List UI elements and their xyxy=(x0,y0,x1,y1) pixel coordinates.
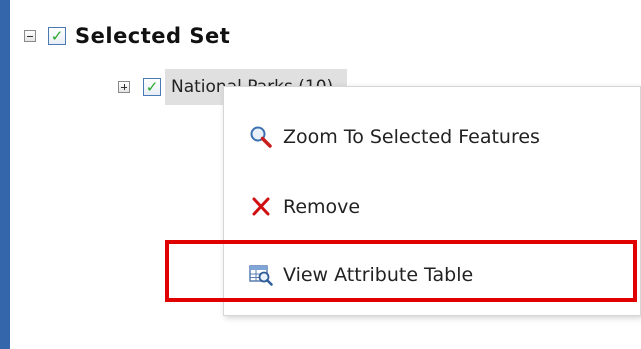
selected-set-checkbox[interactable]: ✓ xyxy=(48,27,66,45)
expand-icon[interactable] xyxy=(118,81,130,93)
highlight-annotation-box xyxy=(165,240,637,302)
national-parks-checkbox[interactable]: ✓ xyxy=(143,78,161,96)
magnifier-icon xyxy=(249,125,273,149)
menu-item-label: Zoom To Selected Features xyxy=(283,126,540,148)
menu-item-remove[interactable]: Remove xyxy=(224,182,640,232)
selected-set-label[interactable]: Selected Set xyxy=(75,24,230,48)
x-icon xyxy=(249,195,273,219)
menu-item-zoom-to-selected[interactable]: Zoom To Selected Features xyxy=(224,112,640,162)
collapse-icon[interactable] xyxy=(24,30,36,42)
tree-node-selected-set[interactable]: ✓ Selected Set xyxy=(24,24,230,48)
checkmark-icon: ✓ xyxy=(145,77,159,96)
menu-item-label: Remove xyxy=(283,196,361,218)
checkmark-icon: ✓ xyxy=(50,26,64,45)
